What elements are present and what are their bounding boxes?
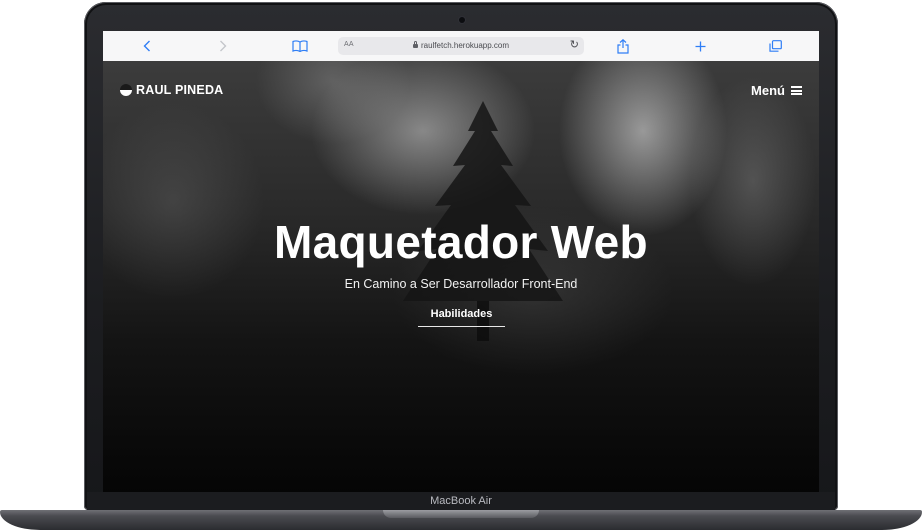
new-tab-icon[interactable] bbox=[692, 37, 708, 55]
menu-label: Menú bbox=[751, 83, 785, 98]
browser-toolbar: AA raulfetch.herokuapp.com ↻ bbox=[103, 31, 819, 62]
url-value: raulfetch.herokuapp.com bbox=[420, 41, 510, 50]
camera-icon bbox=[459, 17, 465, 23]
logo-icon bbox=[120, 84, 132, 96]
lock-icon bbox=[412, 41, 418, 48]
hero-subtitle: En Camino a Ser Desarrollador Front-End bbox=[344, 277, 578, 291]
forward-icon[interactable] bbox=[217, 37, 229, 55]
screen: AA raulfetch.herokuapp.com ↻ RAUL PINEDA… bbox=[103, 31, 819, 493]
tabs-icon[interactable] bbox=[767, 37, 783, 55]
reload-icon[interactable]: ↻ bbox=[570, 38, 579, 51]
laptop-notch bbox=[383, 510, 539, 518]
menu-button[interactable]: Menú bbox=[751, 83, 802, 98]
back-icon[interactable] bbox=[141, 37, 153, 55]
share-icon[interactable] bbox=[615, 37, 631, 55]
url-text: raulfetch.herokuapp.com bbox=[338, 41, 584, 50]
address-bar[interactable]: AA raulfetch.herokuapp.com ↻ bbox=[338, 37, 584, 55]
hero-section: RAUL PINEDA Menú Maquetador Web En Camin… bbox=[103, 61, 819, 493]
brand-name: RAUL PINEDA bbox=[136, 83, 224, 97]
bookmarks-icon[interactable] bbox=[291, 37, 309, 55]
skills-button[interactable]: Habilidades bbox=[418, 308, 505, 327]
hero-title: Maquetador Web bbox=[274, 216, 648, 268]
hamburger-icon bbox=[791, 86, 802, 95]
model-label: MacBook Air bbox=[430, 495, 492, 507]
brand-logo-link[interactable]: RAUL PINEDA bbox=[120, 83, 223, 97]
